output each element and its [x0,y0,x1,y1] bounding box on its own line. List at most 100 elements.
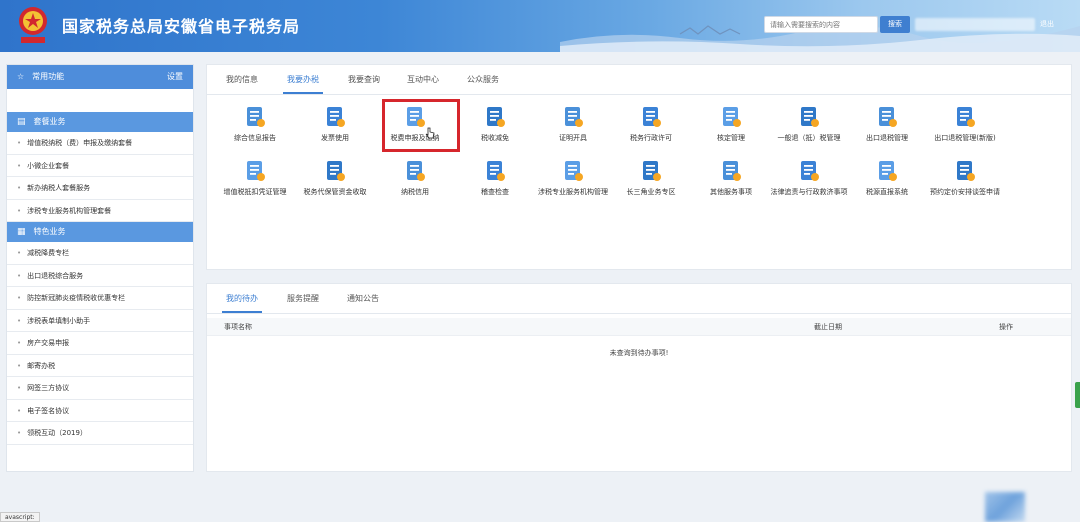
col-action: 操作 [999,323,1013,331]
function-item[interactable]: 长三角业务专区 [611,159,691,197]
floating-side-tab[interactable] [1075,382,1080,408]
site-title: 国家税务总局安徽省电子税务局 [62,17,301,36]
tab[interactable]: 通知公告 [347,293,379,304]
sidebar-item[interactable]: 小微企业套餐 [7,155,193,177]
tab[interactable]: 我的待办 [222,293,262,313]
sidebar-item[interactable]: 新办纳税人套餐服务 [7,177,193,200]
function-label: 出口退税管理 [866,134,908,142]
search-input[interactable] [764,16,878,33]
function-item[interactable]: 发票使用 [295,105,375,143]
sidebar-item[interactable]: 网签三方协议 [7,377,193,400]
function-item[interactable]: 增值税抵扣凭证管理 [215,159,295,197]
function-item[interactable]: 出口退税管理(新版) [925,105,1005,143]
sidebar-item[interactable]: 增值税纳税（费）申报及缴纳套餐 [7,132,193,155]
function-item[interactable]: 一般退（抵）税管理 [769,105,849,143]
function-item[interactable]: 税收减免 [455,105,535,143]
function-item[interactable]: 纳税信用 [375,159,455,197]
function-item[interactable]: 其他服务事项 [691,159,771,197]
function-item[interactable]: 税务行政许可 [611,105,691,143]
tab[interactable]: 公众服务 [467,74,499,85]
certificate-icon [561,105,585,129]
export-refund-new-icon [953,105,977,129]
sidebar-item[interactable]: 涉税专业服务机构管理套餐 [7,200,193,222]
function-item[interactable]: 预约定价安排谈签申请 [925,159,1005,197]
function-label: 其他服务事项 [710,188,752,196]
invoice-icon [323,105,347,129]
col-item-name: 事项名称 [224,323,252,331]
other-services-icon [719,159,743,183]
favorites-header[interactable]: ☆ 常用功能 设置 [7,65,193,89]
function-label: 涉税专业服务机构管理 [538,188,608,196]
package-icon: ▤ [17,117,26,127]
function-item[interactable]: 涉税专业服务机构管理 [533,159,613,197]
function-item[interactable]: 税源直报系统 [847,159,927,197]
favorites-label: 常用功能 [32,72,65,81]
function-label: 发票使用 [321,134,349,142]
highlight-box [382,99,460,152]
function-label: 税源直报系统 [866,188,908,196]
sidebar-item[interactable]: 涉税表单填制小助手 [7,310,193,332]
status-bar: avascript: [0,512,40,522]
function-label: 税务代保管资金收取 [303,188,367,196]
vat-voucher-icon [243,159,267,183]
corner-logo-blurred [985,492,1025,522]
function-label: 税务行政许可 [630,134,672,142]
function-label: 稽查检查 [481,188,509,196]
tab[interactable]: 服务提醒 [287,293,319,304]
sidebar-item[interactable]: 电子签名协议 [7,400,193,422]
todo-tabs: 我的待办 服务提醒 通知公告 [207,284,1071,314]
function-label: 核定管理 [717,134,745,142]
report-icon [243,105,267,129]
function-label: 一般退（抵）税管理 [777,134,841,142]
sidebar-item[interactable]: 防控新冠肺炎疫情税收优惠专栏 [7,287,193,310]
tax-functions-panel: 我的信息 我要办税 我要查询 互动中心 公众服务 综合信息报告 发票使用 税费申报及缴纳 税收… [206,64,1072,270]
function-item[interactable]: 核定管理 [691,105,771,143]
empty-message: 未查询到待办事项! [609,349,669,357]
function-label: 综合信息报告 [234,134,276,142]
export-refund-icon [875,105,899,129]
function-item[interactable]: 税务代保管资金收取 [295,159,375,197]
todo-panel: 我的待办 服务提醒 通知公告 事项名称 截止日期 操作 未查询到待办事项! [206,283,1072,472]
tab[interactable]: 我的信息 [226,74,258,85]
tax-relief-icon [483,105,507,129]
refund-icon [797,105,821,129]
section-special[interactable]: ▦ 特色业务 [7,222,193,242]
user-info-blurred [915,18,1035,31]
col-deadline: 截止日期 [814,323,842,331]
main-tabs: 我的信息 我要办税 我要查询 互动中心 公众服务 [207,65,1071,95]
function-label: 法律追责与行政救济事项 [770,188,848,196]
custody-fund-icon [323,159,347,183]
todo-table-header: 事项名称 截止日期 操作 [207,318,1071,336]
function-label: 长三角业务专区 [626,188,676,196]
permit-chart-icon [639,105,663,129]
function-item[interactable]: 法律追责与行政救济事项 [769,159,849,197]
sidebar-item[interactable]: 减税降费专栏 [7,242,193,265]
search-button[interactable]: 搜索 [880,16,910,33]
function-item[interactable]: 证明开具 [533,105,613,143]
sidebar-item[interactable]: 房产交易申报 [7,332,193,355]
function-label: 证明开具 [559,134,587,142]
function-label: 出口退税管理(新版) [934,134,996,142]
section-package[interactable]: ▤ 套餐业务 [7,112,193,132]
tax-emblem-logo [19,7,47,43]
logout-link[interactable]: 退出 [1040,19,1054,29]
function-item[interactable]: 出口退税管理 [847,105,927,143]
function-item[interactable]: 综合信息报告 [215,105,295,143]
legal-icon [797,159,821,183]
sidebar-item[interactable]: 领税互动（2019） [7,422,193,445]
tab[interactable]: 我要办税 [283,74,323,94]
function-label: 税收减免 [481,134,509,142]
function-label: 纳税信用 [401,188,429,196]
tab[interactable]: 互动中心 [407,74,439,85]
tax-source-icon [875,159,899,183]
function-item[interactable]: 稽查检查 [455,159,535,197]
sidebar-item[interactable]: 邮寄办税 [7,355,193,377]
function-label: 增值税抵扣凭证管理 [223,188,287,196]
assessment-icon [719,105,743,129]
yrd-icon [639,159,663,183]
tab[interactable]: 我要查询 [348,74,380,85]
mouse-cursor-icon [425,127,435,139]
sidebar-item[interactable]: 出口退税综合服务 [7,265,193,287]
settings-link[interactable]: 设置 [167,65,183,89]
function-label: 预约定价安排谈签申请 [930,188,1000,196]
